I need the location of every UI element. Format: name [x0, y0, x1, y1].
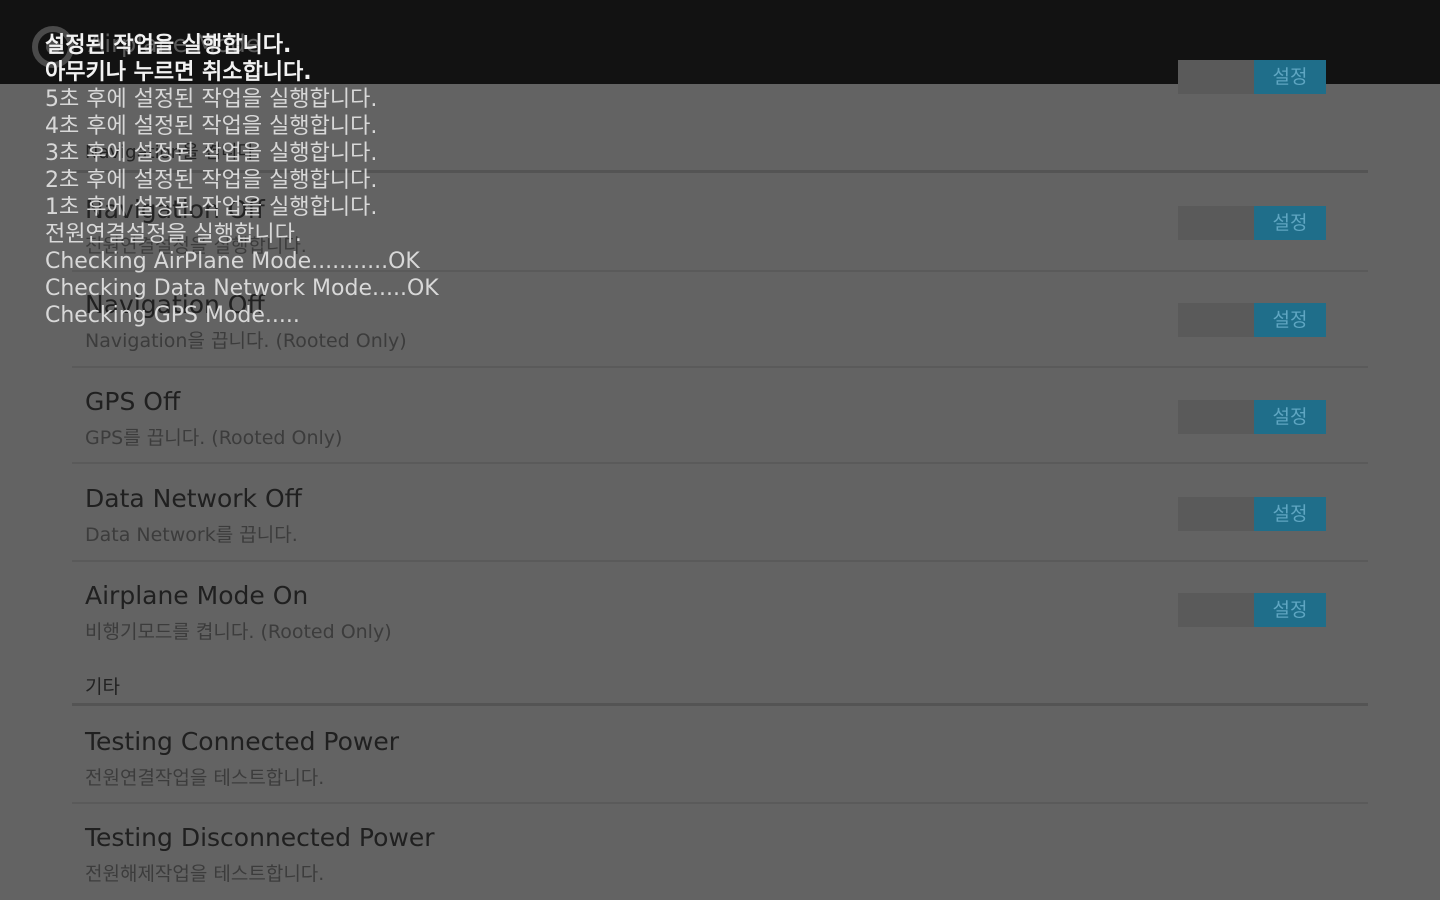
log-line: 2초 후에 설정된 작업을 실행합니다.	[45, 168, 378, 193]
log-line: 5초 후에 설정된 작업을 실행합니다.	[45, 87, 378, 112]
row-title: Data Network Off	[85, 484, 302, 513]
log-line: 1초 후에 설정된 작업을 실행합니다.	[45, 195, 378, 220]
row-subtitle: Navigation을 끕니다. (Rooted Only)	[85, 330, 407, 352]
toggle-on-label: 설정	[1254, 303, 1326, 337]
row-title: Testing Connected Power	[85, 727, 399, 756]
log-line: Checking AirPlane Mode...........OK	[45, 249, 420, 274]
toggle-data-network[interactable]: 설정	[1178, 497, 1326, 531]
toggle-on-label: 설정	[1254, 400, 1326, 434]
log-line: Checking Data Network Mode.....OK	[45, 276, 439, 301]
toggle-on-label: 설정	[1254, 206, 1326, 240]
section-header-other: 기타	[85, 676, 120, 698]
section-divider	[72, 703, 1368, 706]
log-line: Checking GPS Mode.....	[45, 303, 300, 328]
row-title: Testing Disconnected Power	[85, 823, 435, 852]
row-subtitle: Data Network를 끕니다.	[85, 524, 298, 546]
log-line: 아무키나 누르면 취소합니다.	[45, 60, 312, 85]
toggle-gps[interactable]: 설정	[1178, 400, 1326, 434]
toggle-on-label: 설정	[1254, 60, 1326, 94]
row-divider	[72, 802, 1368, 804]
execution-log: 설정된 작업을 실행합니다. 아무키나 누르면 취소합니다. 5초 후에 설정된…	[45, 32, 439, 329]
row-subtitle: GPS를 끕니다. (Rooted Only)	[85, 427, 343, 449]
toggle-on-label: 설정	[1254, 593, 1326, 627]
log-line: 3초 후에 설정된 작업을 실행합니다.	[45, 141, 378, 166]
log-line: 전원연결설정을 실행합니다.	[45, 222, 302, 247]
row-subtitle: 전원연결작업을 테스트합니다.	[85, 767, 325, 789]
row-title: Airplane Mode On	[85, 581, 309, 610]
row-title: GPS Off	[85, 387, 181, 416]
toggle-top-partial[interactable]: 설정	[1178, 60, 1326, 94]
row-divider	[72, 560, 1368, 562]
toggle-airplane[interactable]: 설정	[1178, 593, 1326, 627]
log-line: 설정된 작업을 실행합니다.	[45, 33, 292, 58]
row-subtitle: 비행기모드를 켭니다. (Rooted Only)	[85, 621, 392, 643]
row-divider	[72, 462, 1368, 464]
toggle-row-0[interactable]: 설정	[1178, 206, 1326, 240]
row-subtitle: 전원해제작업을 테스트합니다.	[85, 863, 325, 885]
toggle-navigation[interactable]: 설정	[1178, 303, 1326, 337]
toggle-on-label: 설정	[1254, 497, 1326, 531]
row-divider	[72, 366, 1368, 368]
log-line: 4초 후에 설정된 작업을 실행합니다.	[45, 114, 378, 139]
